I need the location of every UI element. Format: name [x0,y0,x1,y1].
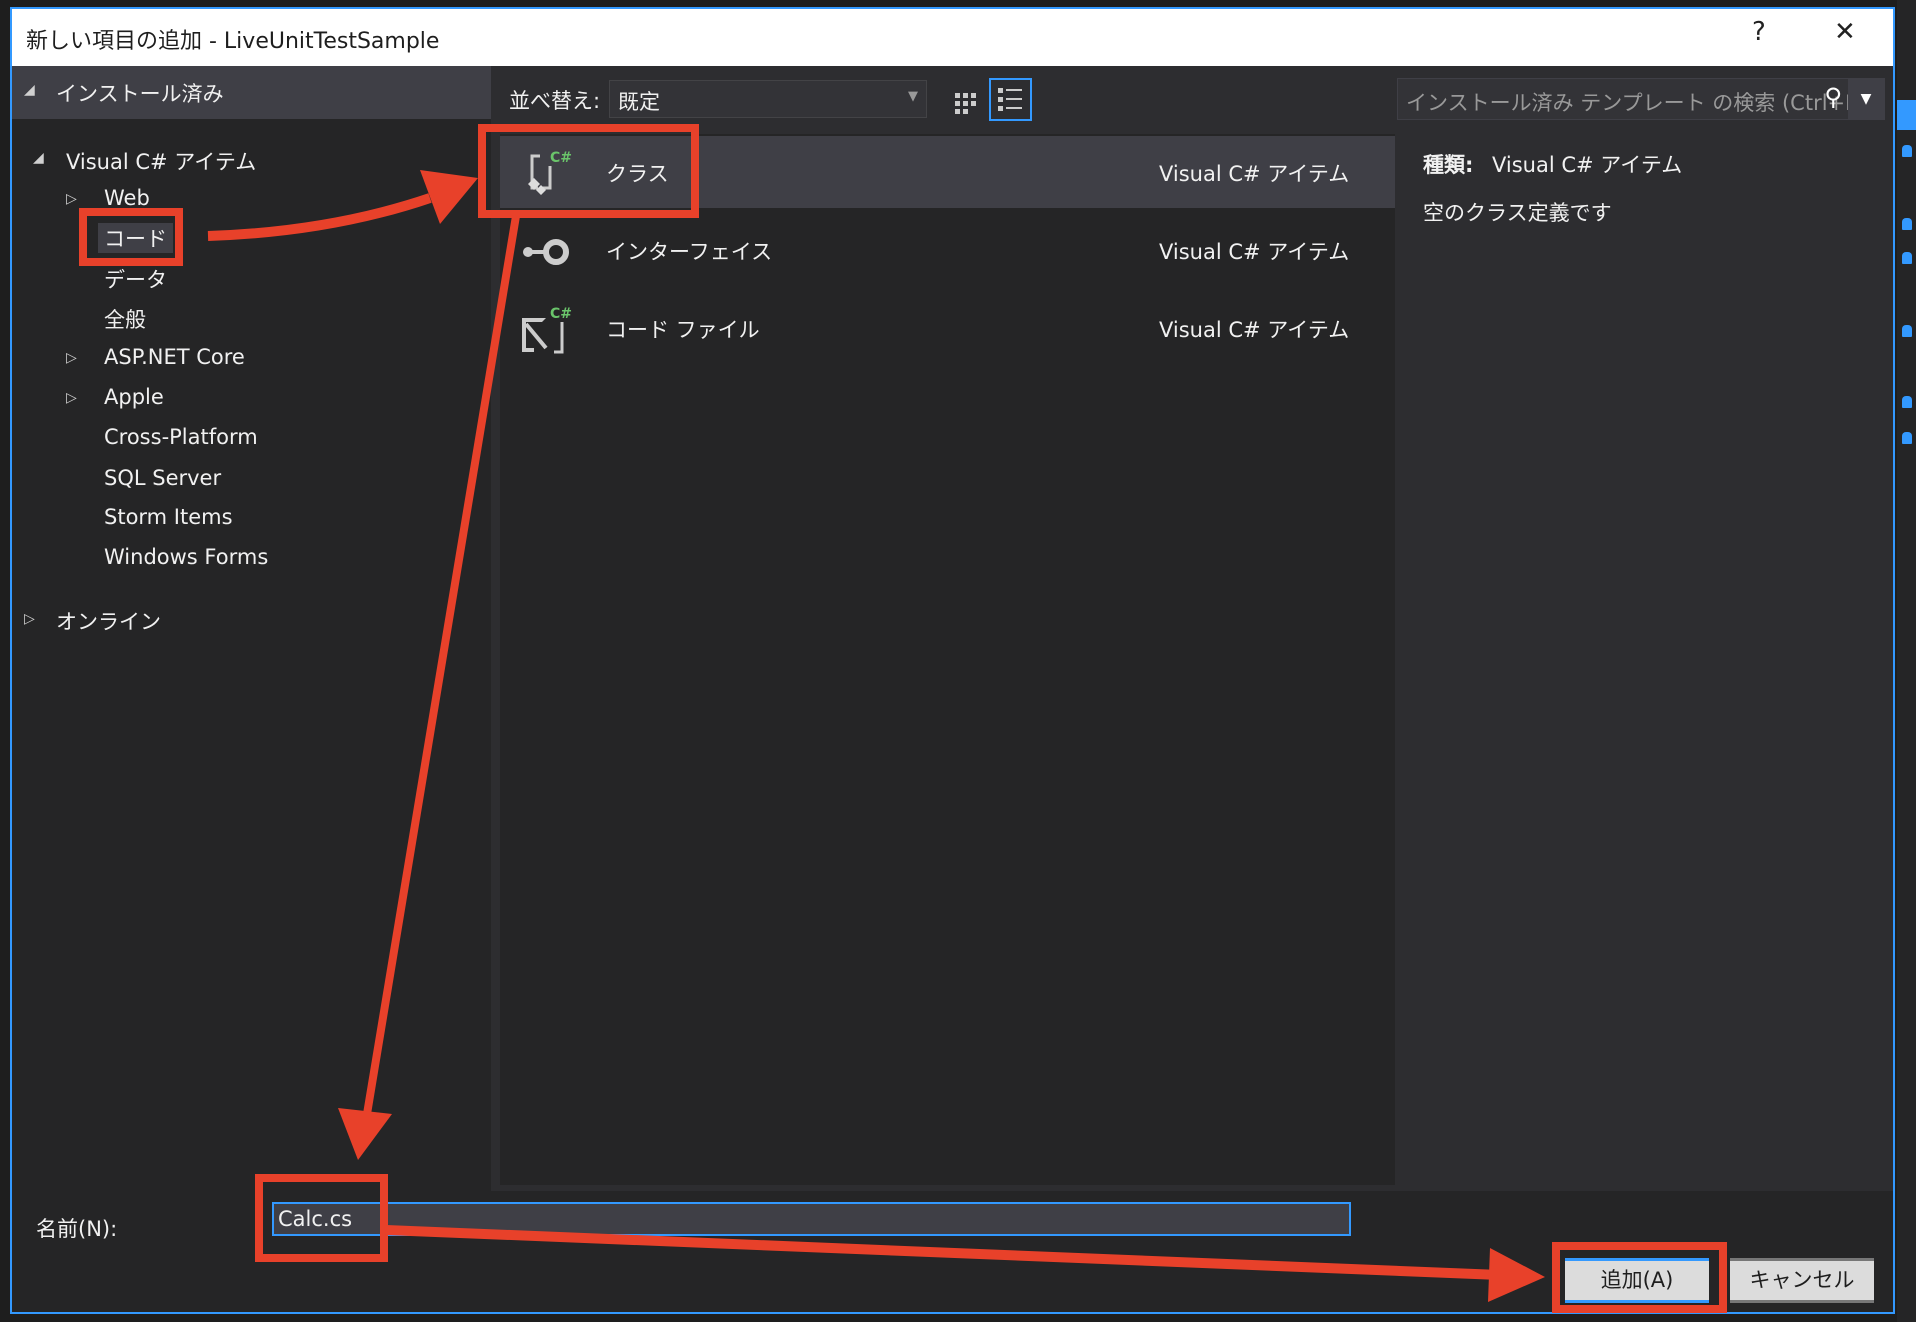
annotation-arrow-2 [362,215,520,1121]
annotation-box-name [255,1174,388,1262]
annotation-arrow-1 [207,193,432,241]
annotation-arrow-3 [385,1225,1501,1280]
annotation-box-code [79,208,183,266]
annotation-box-add [1552,1242,1727,1313]
arrowhead [338,1108,392,1160]
annotation-overlay [79,124,1727,1313]
arrowhead [1488,1248,1545,1302]
annotation-box-class [478,124,699,218]
